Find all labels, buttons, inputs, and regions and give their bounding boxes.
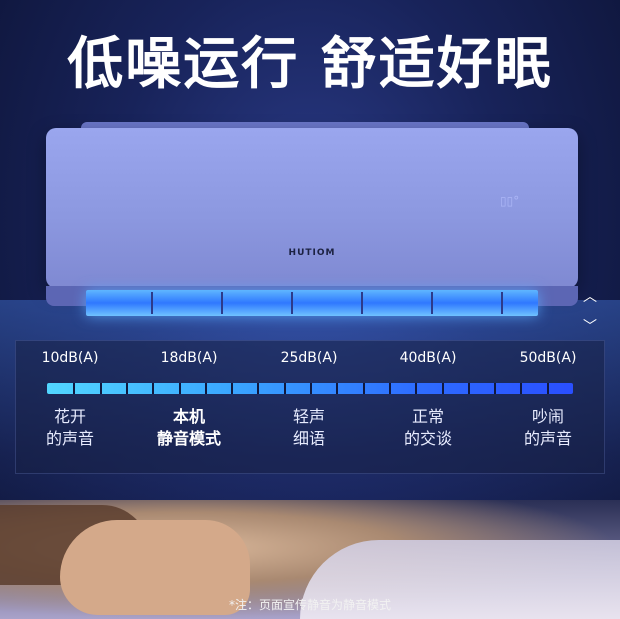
bar-segment-divider <box>257 383 259 394</box>
description-line: 的声音 <box>523 429 572 448</box>
footnote: *注：页面宣传静音为静音模式 <box>228 598 391 612</box>
description-line: 吵闹 <box>531 407 564 426</box>
vent-slat <box>221 292 223 314</box>
description-line: 正常 <box>411 407 444 426</box>
ac-brand-logo: HUTIOM <box>288 248 336 258</box>
product-banner: 低噪运行 舒适好眠 ▯▯° HUTIOM ︿ ﹀ 10dB(A) 18dB(A)… <box>0 0 620 619</box>
bar-segment-divider <box>494 383 496 394</box>
description-line: 本机 <box>172 407 205 426</box>
ac-front-panel <box>46 128 578 288</box>
description-line: 静音模式 <box>156 429 221 448</box>
noise-description: 正常 的交谈 <box>378 406 478 450</box>
noise-description: 吵闹 的声音 <box>498 406 598 450</box>
db-level-label: 10dB(A) <box>41 350 99 366</box>
bar-segment-divider <box>126 383 128 394</box>
vent-slat <box>291 292 293 314</box>
db-level-label: 50dB(A) <box>519 350 577 366</box>
bar-segment-divider <box>415 383 417 394</box>
description-line: 花开 <box>53 407 86 426</box>
bar-segment-divider <box>520 383 522 394</box>
vent-slat <box>501 292 503 314</box>
description-line: 的声音 <box>45 429 94 448</box>
vent-slat <box>431 292 433 314</box>
headline: 低噪运行 舒适好眠 <box>67 32 553 97</box>
bar-segment-divider <box>442 383 444 394</box>
bar-segment-divider <box>73 383 75 394</box>
air-conditioner-unit: ▯▯° HUTIOM <box>46 122 578 316</box>
bar-segment-divider <box>152 383 154 394</box>
bar-segment-divider <box>179 383 181 394</box>
bar-segment-divider <box>468 383 470 394</box>
bar-segment-divider <box>389 383 391 394</box>
chevron-up-icon[interactable]: ︿ <box>583 286 597 306</box>
description-line: 轻声 <box>292 407 325 426</box>
bar-segment-divider <box>310 383 312 394</box>
bar-segment-divider <box>363 383 365 394</box>
db-level-label: 18dB(A) <box>160 350 218 366</box>
db-level-label: 40dB(A) <box>399 350 457 366</box>
db-level-label: 25dB(A) <box>280 350 338 366</box>
vent-slat <box>151 292 153 314</box>
bar-segment-divider <box>547 383 549 394</box>
bar-segment-divider <box>231 383 233 394</box>
ac-air-vent <box>86 290 538 316</box>
noise-description: 轻声 细语 <box>259 406 359 450</box>
bar-segment-divider <box>336 383 338 394</box>
bar-segment-divider <box>100 383 102 394</box>
noise-description: 花开 的声音 <box>20 406 120 450</box>
description-line: 细语 <box>292 429 325 448</box>
vent-slat <box>361 292 363 314</box>
description-line: 的交谈 <box>403 429 452 448</box>
noise-description-highlighted: 本机 静音模式 <box>139 406 239 450</box>
bar-segment-divider <box>284 383 286 394</box>
chevron-down-icon[interactable]: ﹀ <box>583 316 597 336</box>
bar-segment-divider <box>205 383 207 394</box>
ac-display: ▯▯° <box>500 194 520 208</box>
